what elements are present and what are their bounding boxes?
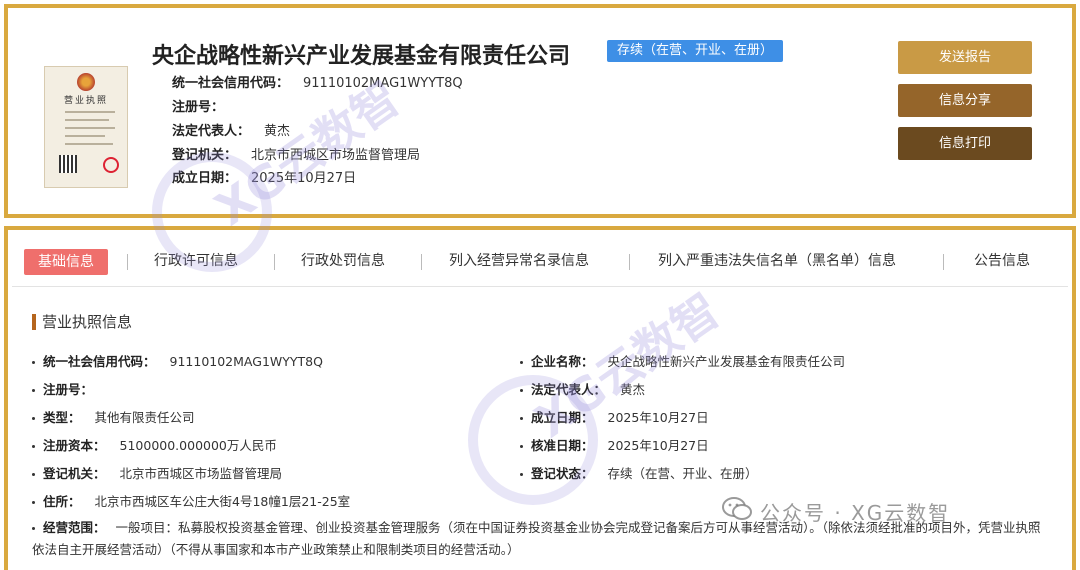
field-registered-capital: 注册资本： 5100000.000000万人民币 xyxy=(32,435,277,454)
tab-admin-license[interactable]: 行政许可信息 xyxy=(154,248,238,274)
field-address: 住所： 北京市西城区车公庄大街4号18幢1层21-25室 xyxy=(32,491,350,510)
header-credit-code-row: 统一社会信用代码： 91110102MAG1WYYT8Q xyxy=(172,76,463,91)
tab-announcements[interactable]: 公告信息 xyxy=(974,248,1030,274)
tab-admin-penalty[interactable]: 行政处罚信息 xyxy=(301,248,385,274)
wechat-icon xyxy=(722,497,752,520)
field-approval-date: 核准日期： 2025年10月27日 xyxy=(520,435,709,454)
field-reg-number: 注册号： xyxy=(32,379,107,398)
tab-basic-info[interactable]: 基础信息 xyxy=(24,249,108,275)
field-registration-status: 登记状态： 存续（在营、开业、在册） xyxy=(520,463,758,482)
wechat-account-watermark: 公众号 · XG云数智 xyxy=(760,501,951,525)
tab-divider xyxy=(274,254,275,270)
header-authority-row: 登记机关： 北京市西城区市场监督管理局 xyxy=(172,148,421,163)
national-emblem-icon xyxy=(77,73,95,91)
qr-code-icon xyxy=(59,155,77,173)
company-name-title: 央企战略性新兴产业发展基金有限责任公司 xyxy=(152,44,571,69)
field-founding-date: 成立日期： 2025年10月27日 xyxy=(520,407,709,426)
tab-divider xyxy=(943,254,944,270)
header-legal-rep-row: 法定代表人： 黄杰 xyxy=(172,124,291,139)
field-registration-authority: 登记机关： 北京市西城区市场监督管理局 xyxy=(32,463,282,482)
field-legal-representative: 法定代表人： 黄杰 xyxy=(520,379,645,398)
print-info-button[interactable]: 信息打印 xyxy=(898,127,1032,160)
send-report-button[interactable]: 发送报告 xyxy=(898,41,1032,74)
tab-divider xyxy=(421,254,422,270)
header-founding-date-row: 成立日期： 2025年10月27日 xyxy=(172,171,357,186)
field-credit-code: 统一社会信用代码： 91110102MAG1WYYT8Q xyxy=(32,351,323,370)
field-company-type: 类型： 其他有限责任公司 xyxy=(32,407,195,426)
status-badge: 存续（在营、开业、在册） xyxy=(607,40,784,62)
tab-abnormal-operation[interactable]: 列入经营异常名录信息 xyxy=(449,248,589,274)
section-title: 营业执照信息 xyxy=(32,314,132,330)
tab-divider xyxy=(127,254,128,270)
license-image-title: 营业执照 xyxy=(63,96,108,106)
share-info-button[interactable]: 信息分享 xyxy=(898,84,1032,117)
field-company-name: 企业名称： 央企战略性新兴产业发展基金有限责任公司 xyxy=(520,351,845,370)
official-seal-icon xyxy=(103,157,119,173)
tab-divider xyxy=(629,254,630,270)
business-license-image[interactable]: 营业执照 xyxy=(44,66,128,188)
tab-blacklist[interactable]: 列入严重违法失信名单（黑名单）信息 xyxy=(658,248,896,274)
tab-bar: 基础信息 行政许可信息 行政处罚信息 列入经营异常名录信息 列入严重违法失信名单… xyxy=(12,230,1068,287)
header-reg-number-row: 注册号： xyxy=(172,100,225,115)
